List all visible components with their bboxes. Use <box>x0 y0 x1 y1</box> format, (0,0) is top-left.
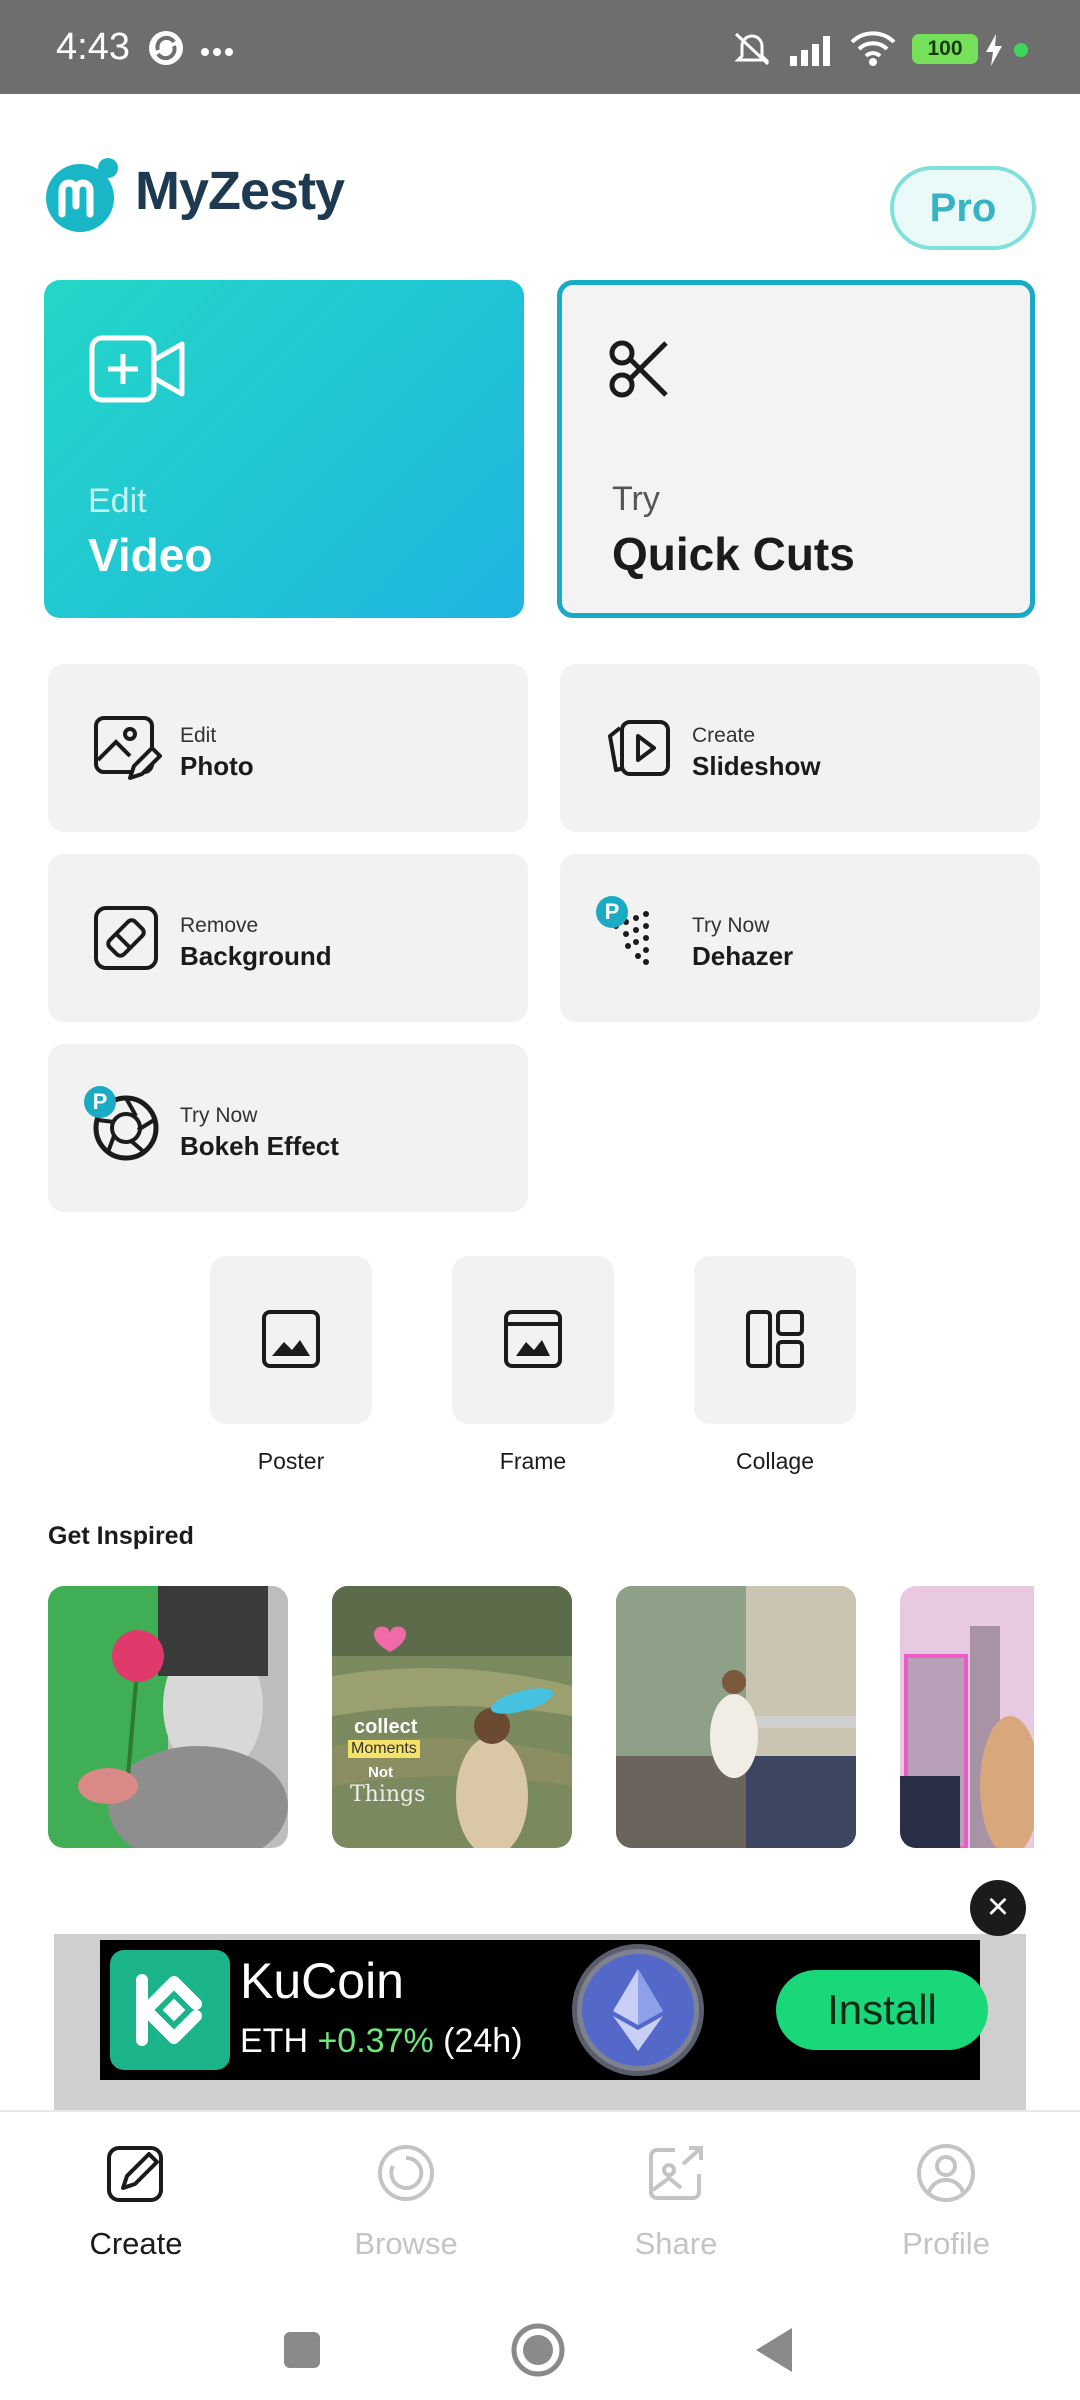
quick-cuts-card[interactable]: Try Quick Cuts <box>557 280 1035 618</box>
edit-photo-tile[interactable]: Edit Photo <box>48 664 528 832</box>
poster-button[interactable] <box>210 1256 372 1424</box>
create-icon <box>107 2146 163 2202</box>
edit-video-title: Video <box>88 529 213 581</box>
ad-sub-prefix: ETH <box>240 2022 318 2060</box>
install-button[interactable]: Install <box>776 1970 988 2050</box>
nav-label: Share <box>634 2226 718 2261</box>
nav-label: Create <box>89 2226 183 2261</box>
frame-icon <box>504 1310 562 1368</box>
wifi-icon <box>848 28 898 73</box>
tile-sub: Create <box>692 724 756 747</box>
eraser-icon <box>90 902 162 974</box>
nav-create[interactable]: Create <box>36 2142 236 2262</box>
poster-label: Poster <box>257 1448 325 1474</box>
battery-indicator: 100 <box>912 34 978 64</box>
system-nav-bar <box>0 2290 1080 2400</box>
browse-icon <box>378 2145 434 2201</box>
status-time: 4:43 <box>56 26 130 68</box>
quick-cuts-sub: Try <box>612 480 660 518</box>
remove-background-tile[interactable]: Remove Background <box>48 854 528 1022</box>
create-slideshow-tile[interactable]: Create Slideshow <box>560 664 1040 832</box>
collage-label: Collage <box>736 1448 814 1474</box>
ad-sub-percent: +0.37% <box>317 2022 434 2060</box>
frame-button[interactable] <box>452 1256 614 1424</box>
ethereum-icon <box>572 1944 704 2076</box>
edit-video-sub: Edit <box>88 482 147 520</box>
thumb-text-line: Moments <box>348 1740 420 1758</box>
signal-icon <box>788 32 838 73</box>
pro-badge-icon: P <box>84 1086 116 1118</box>
tile-title: Slideshow <box>692 751 821 781</box>
ad-title: KuCoin <box>240 1953 404 2009</box>
inspired-thumb-2[interactable]: collect Moments Not Things <box>332 1586 572 1848</box>
sync-icon <box>146 28 186 73</box>
get-inspired-heading: Get Inspired <box>48 1522 194 1550</box>
dehazer-tile[interactable]: P Try Now Dehazer <box>560 854 1040 1022</box>
tile-sub: Try Now <box>180 1104 258 1127</box>
thumb-text-line: Things <box>350 1782 426 1807</box>
nav-label: Browse <box>354 2226 458 2261</box>
inspired-thumb-4[interactable] <box>900 1586 1034 1848</box>
kucoin-logo-icon <box>110 1950 230 2070</box>
pro-badge-icon: P <box>596 896 628 928</box>
charging-icon <box>984 34 1004 71</box>
tile-title: Dehazer <box>692 941 794 971</box>
profile-icon <box>917 2144 975 2202</box>
tile-sub: Remove <box>180 914 259 937</box>
ad-content[interactable]: KuCoin ETH +0.37% (24h) Install <box>100 1940 988 2080</box>
collage-icon <box>746 1310 804 1368</box>
collage-button[interactable] <box>694 1256 856 1424</box>
ad-sub-suffix: (24h) <box>433 2022 523 2060</box>
nav-profile[interactable]: Profile <box>846 2142 1046 2262</box>
back-icon[interactable] <box>754 2326 794 2374</box>
inspired-thumb-1[interactable] <box>48 1586 288 1848</box>
thumb-text-line: Not <box>368 1764 393 1781</box>
poster-icon <box>262 1310 320 1368</box>
video-add-icon <box>88 334 188 409</box>
nav-label: Profile <box>902 2226 990 2261</box>
tile-title: Background <box>180 941 332 971</box>
mute-bell-icon <box>730 28 774 73</box>
pro-button[interactable]: Pro <box>890 166 1036 250</box>
more-dots-icon <box>200 44 234 62</box>
bokeh-effect-tile[interactable]: P Try Now Bokeh Effect <box>48 1044 528 1212</box>
ad-subtitle: ETH +0.37% (24h) <box>240 2022 523 2061</box>
tile-sub: Edit <box>180 724 217 747</box>
close-icon[interactable]: × <box>970 1880 1026 1936</box>
app-name: MyZesty <box>135 161 345 221</box>
nav-browse[interactable]: Browse <box>306 2142 506 2262</box>
edit-video-card[interactable]: Edit Video <box>44 280 524 618</box>
status-bar: 4:43 100 <box>0 0 1080 94</box>
tile-sub: Try Now <box>692 914 770 937</box>
tile-title: Bokeh Effect <box>180 1131 339 1161</box>
recent-apps-icon[interactable] <box>282 2330 322 2370</box>
bottom-nav: Create Browse Share Profile <box>0 2110 1080 2290</box>
nav-share[interactable]: Share <box>576 2142 776 2262</box>
tile-title: Photo <box>180 751 254 781</box>
thumb-text-line: collect <box>354 1716 418 1738</box>
scissors-icon <box>608 337 672 406</box>
app-logo-icon <box>42 156 122 241</box>
slideshow-icon <box>602 712 674 784</box>
photo-edit-icon <box>90 712 162 784</box>
quick-cuts-title: Quick Cuts <box>612 528 855 580</box>
home-icon[interactable] <box>510 2322 566 2378</box>
status-dot <box>1014 43 1028 57</box>
ad-banner[interactable]: KuCoin ETH +0.37% (24h) Install <box>54 1934 1026 2110</box>
frame-label: Frame <box>499 1448 567 1474</box>
share-icon <box>649 2146 703 2200</box>
inspired-thumb-3[interactable] <box>616 1586 856 1848</box>
